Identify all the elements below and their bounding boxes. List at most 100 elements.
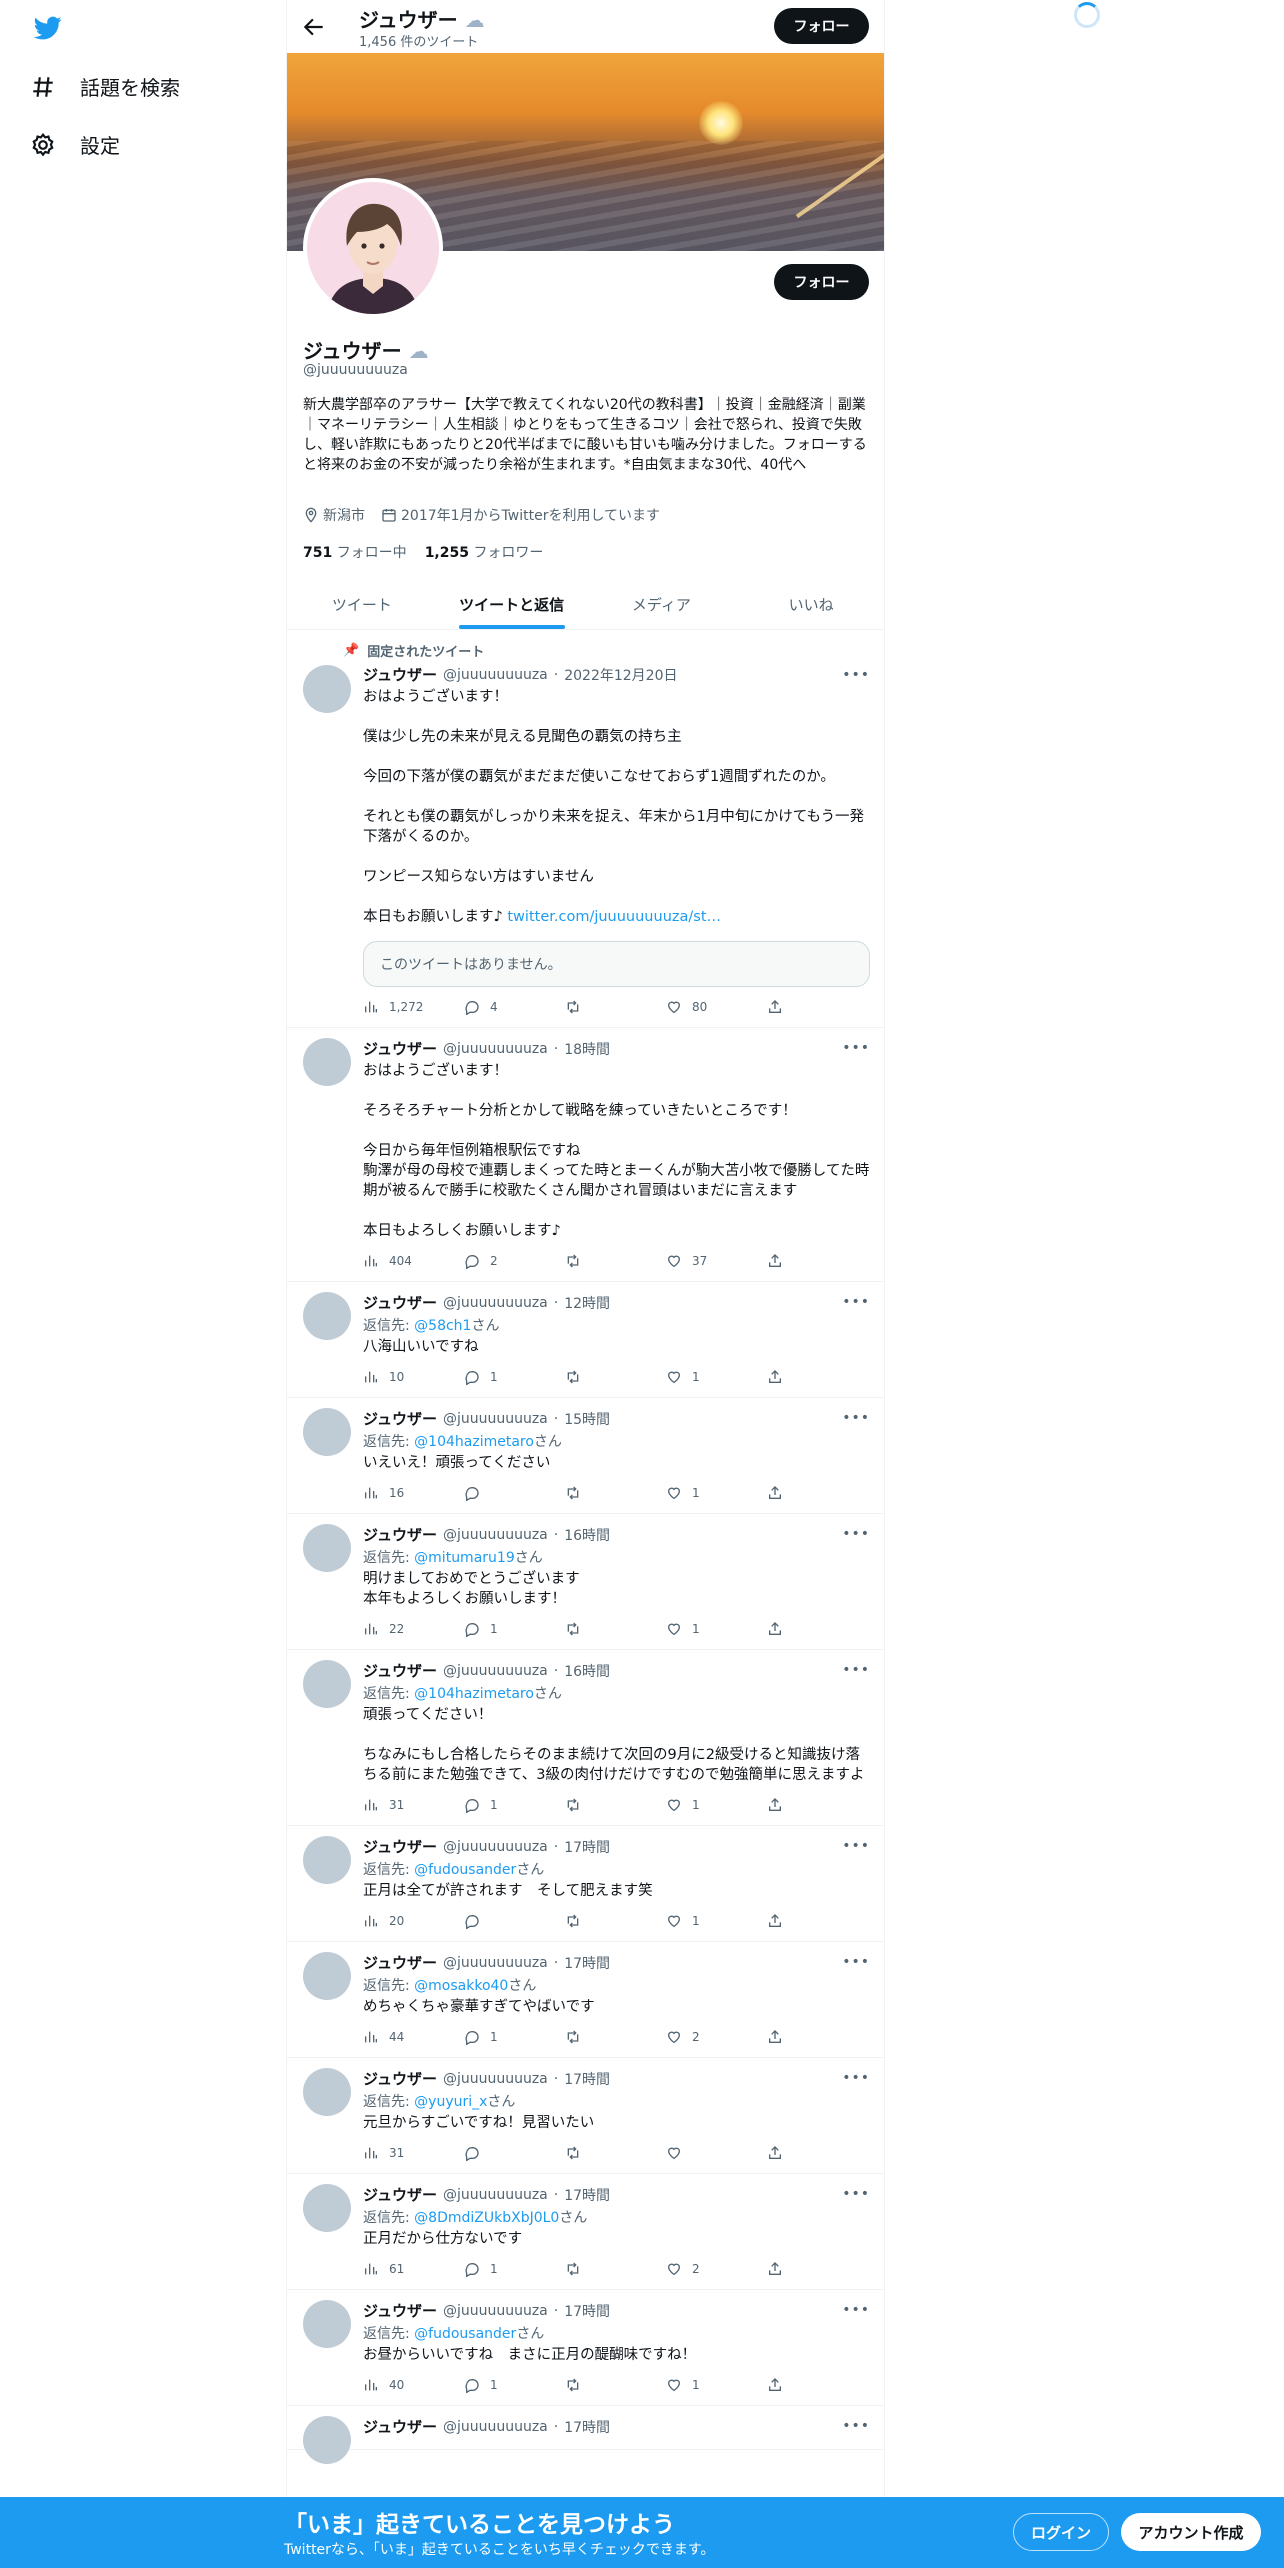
retweet-button[interactable] [565,1253,666,1269]
tweet-author-name[interactable]: ジュウザー [363,2416,437,2437]
reply-button[interactable] [464,2145,565,2161]
views-button[interactable]: 22 [363,1621,464,1637]
like-button[interactable] [666,2145,767,2161]
views-button[interactable]: 10 [363,1369,464,1385]
tweet-timestamp[interactable]: 15時間 [564,1409,610,1429]
tweet-author-handle[interactable]: @juuuuuuuuza [443,2187,548,2203]
retweet-button[interactable] [565,1913,666,1929]
tweet-timestamp[interactable]: 18時間 [564,1039,610,1059]
more-options-icon[interactable]: ••• [842,1410,870,1426]
views-button[interactable]: 404 [363,1253,464,1269]
more-options-icon[interactable]: ••• [842,2418,870,2434]
tweet-author-handle[interactable]: @juuuuuuuuza [443,1527,548,1543]
avatar[interactable] [303,1952,351,2000]
more-options-icon[interactable]: ••• [842,1838,870,1854]
avatar[interactable] [303,1660,351,1708]
like-button[interactable]: 1 [666,1797,767,1813]
views-button[interactable]: 44 [363,2029,464,2045]
tweet-author-name[interactable]: ジュウザー [363,664,437,685]
profile-follow-button[interactable]: フォロー [774,264,869,300]
more-options-icon[interactable]: ••• [842,1294,870,1310]
tab-tweets[interactable]: ツイート [287,580,437,629]
more-options-icon[interactable]: ••• [842,2070,870,2086]
avatar[interactable] [303,1836,351,1884]
avatar[interactable] [303,1524,351,1572]
share-button[interactable] [767,1485,783,1501]
views-button[interactable]: 16 [363,1485,464,1501]
tweet[interactable]: ••• ジュウザー @juuuuuuuuza · 16時間 返信先: @mitumaru1… [287,1514,884,1650]
like-button[interactable]: 2 [666,2261,767,2277]
share-button[interactable] [767,1369,783,1385]
avatar[interactable] [303,1038,351,1086]
tweet[interactable]: ••• ジュウザー @juuuuuuuuza · 17時間 返信先: @fudousand… [287,1826,884,1942]
tweet-author-name[interactable]: ジュウザー [363,1660,437,1681]
reply-to-link[interactable]: @mitumaru19 [414,1550,515,1566]
reply-button[interactable]: 1 [464,2261,565,2277]
retweet-button[interactable] [565,2029,666,2045]
reply-button[interactable]: 1 [464,2377,565,2393]
tweet-author-name[interactable]: ジュウザー [363,2300,437,2321]
twitter-logo-icon[interactable] [32,14,64,42]
signup-button[interactable]: アカウント作成 [1121,2513,1261,2551]
reply-to-link[interactable]: @yuyuri_x [414,2094,487,2110]
tweet[interactable]: ••• ジュウザー @juuuuuuuuza · 17時間 返信先: @fudousand… [287,2290,884,2406]
share-button[interactable] [767,2377,783,2393]
tweet[interactable]: ••• ジュウザー @juuuuuuuuza · 17時間 返信先: @yuyuri_xさ… [287,2058,884,2174]
tab-tweets-and-replies[interactable]: ツイートと返信 [437,580,587,629]
share-button[interactable] [767,1253,783,1269]
reply-to-link[interactable]: @104hazimetaro [414,1434,534,1450]
tweet-author-handle[interactable]: @juuuuuuuuza [443,2071,548,2087]
like-button[interactable]: 1 [666,1913,767,1929]
back-arrow-icon[interactable] [301,14,327,40]
more-options-icon[interactable]: ••• [842,1526,870,1542]
tweet[interactable]: ••• ジュウザー @juuuuuuuuza · 17時間 返信先: @8DmdiZUkb… [287,2174,884,2290]
tweet-author-name[interactable]: ジュウザー [363,1524,437,1545]
retweet-button[interactable] [565,2377,666,2393]
tweet[interactable]: ••• ジュウザー @juuuuuuuuza · 12時間 返信先: @58ch1さん 八海… [287,1282,884,1398]
tweet-timestamp[interactable]: 2022年12月20日 [564,665,677,685]
avatar[interactable] [303,1408,351,1456]
tweet-author-handle[interactable]: @juuuuuuuuza [443,2303,548,2319]
reply-button[interactable]: 1 [464,1621,565,1637]
tweet-timestamp[interactable]: 17時間 [564,2417,610,2437]
like-button[interactable]: 1 [666,1485,767,1501]
like-button[interactable]: 1 [666,1369,767,1385]
retweet-button[interactable] [565,1485,666,1501]
tweet[interactable]: ••• ジュウザー @juuuuuuuuza · 16時間 返信先: @104hazime… [287,1650,884,1826]
tab-likes[interactable]: いいね [736,580,884,629]
retweet-button[interactable] [565,999,666,1015]
tweet-timestamp[interactable]: 16時間 [564,1525,610,1545]
tweet-author-handle[interactable]: @juuuuuuuuza [443,1041,548,1057]
tweet-author-handle[interactable]: @juuuuuuuuza [443,1839,548,1855]
like-button[interactable]: 2 [666,2029,767,2045]
like-button[interactable]: 1 [666,1621,767,1637]
tweet[interactable]: ••• ジュウザー @juuuuuuuuza · 15時間 返信先: @104hazime… [287,1398,884,1514]
share-button[interactable] [767,999,783,1015]
more-options-icon[interactable]: ••• [842,1040,870,1056]
tab-media[interactable]: メディア [587,580,737,629]
avatar[interactable] [303,2068,351,2116]
share-button[interactable] [767,2029,783,2045]
tweet-link[interactable]: twitter.com/juuuuuuuuza/st… [507,909,721,925]
tweet-timestamp[interactable]: 17時間 [564,2069,610,2089]
tweet-timestamp[interactable]: 17時間 [564,1953,610,1973]
tweet-timestamp[interactable]: 12時間 [564,1293,610,1313]
tweet-author-name[interactable]: ジュウザー [363,2068,437,2089]
tweet-author-name[interactable]: ジュウザー [363,1408,437,1429]
tweet[interactable]: ••• ジュウザー @juuuuuuuuza · 17時間 返信先: @mosakko40… [287,1942,884,2058]
profile-avatar[interactable] [303,178,443,318]
retweet-button[interactable] [565,1797,666,1813]
more-options-icon[interactable]: ••• [842,1662,870,1678]
tweet-timestamp[interactable]: 17時間 [564,1837,610,1857]
login-button[interactable]: ログイン [1013,2513,1109,2551]
reply-button[interactable]: 2 [464,1253,565,1269]
reply-button[interactable]: 4 [464,999,565,1015]
tweet-author-name[interactable]: ジュウザー [363,2184,437,2205]
share-button[interactable] [767,1913,783,1929]
reply-button[interactable] [464,1913,565,1929]
tweet[interactable]: ••• ジュウザー @juuuuuuuuza · 17時間 [287,2406,884,2464]
following-link[interactable]: 751 フォロー中 [303,542,407,562]
views-button[interactable]: 40 [363,2377,464,2393]
tweet[interactable]: ••• ジュウザー @juuuuuuuuza · 18時間 おはようございます！ そろそろ… [287,1028,884,1282]
avatar[interactable] [303,2300,351,2348]
